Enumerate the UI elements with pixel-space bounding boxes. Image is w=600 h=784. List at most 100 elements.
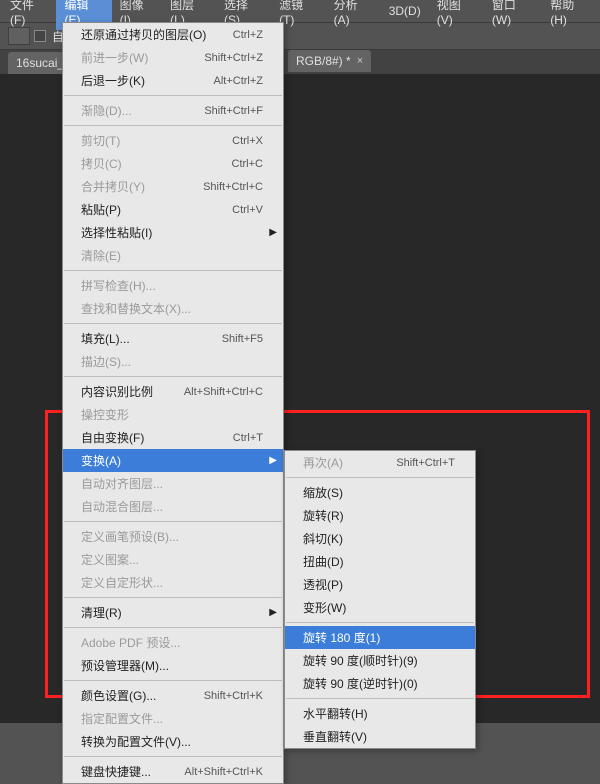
separator	[286, 622, 474, 623]
transform-item-13[interactable]: 水平翻转(H)	[285, 702, 475, 725]
separator	[64, 597, 282, 598]
edit-item-6: 剪切(T)Ctrl+X	[63, 129, 283, 152]
label: 自动混合图层...	[81, 498, 163, 515]
label: 垂直翻转(V)	[303, 728, 367, 745]
edit-item-37[interactable]: 转换为配置文件(V)...	[63, 730, 283, 753]
label: Adobe PDF 预设...	[81, 634, 180, 651]
label: 渐隐(D)...	[81, 102, 132, 119]
edit-item-21[interactable]: 自由变换(F)Ctrl+T	[63, 426, 283, 449]
menubar: 文件(F)编辑(E)图像(I)图层(L)选择(S)滤镜(T)分析(A)3D(D)…	[0, 0, 600, 22]
shortcut: Shift+Ctrl+F	[204, 105, 263, 117]
shortcut: Shift+Ctrl+T	[396, 457, 455, 469]
label: 拷贝(C)	[81, 155, 122, 172]
label: 颜色设置(G)...	[81, 687, 156, 704]
shortcut: Ctrl+X	[232, 135, 263, 147]
submenu-arrow-icon: ▶	[269, 227, 277, 238]
separator	[64, 125, 282, 126]
transform-item-10[interactable]: 旋转 90 度(顺时针)(9)	[285, 649, 475, 672]
transform-item-11[interactable]: 旋转 90 度(逆时针)(0)	[285, 672, 475, 695]
transform-item-9[interactable]: 旋转 180 度(1)	[285, 626, 475, 649]
submenu-arrow-icon: ▶	[269, 455, 277, 466]
shortcut: Ctrl+Z	[233, 29, 263, 41]
label: 扭曲(D)	[303, 553, 344, 570]
separator	[64, 95, 282, 96]
transform-item-4[interactable]: 斜切(K)	[285, 527, 475, 550]
edit-item-17: 描边(S)...	[63, 350, 283, 373]
edit-item-27: 定义图案...	[63, 548, 283, 571]
edit-item-11: 清除(E)	[63, 244, 283, 267]
shortcut: Ctrl+C	[232, 158, 263, 170]
edit-item-16[interactable]: 填充(L)... Shift+F5	[63, 327, 283, 350]
label: 选择性粘贴(I)	[81, 224, 152, 241]
label: 描边(S)...	[81, 353, 131, 370]
shortcut: Alt+Shift+Ctrl+K	[184, 766, 263, 778]
label: 旋转(R)	[303, 507, 344, 524]
edit-item-7: 拷贝(C) Ctrl+C	[63, 152, 283, 175]
label: 旋转 180 度(1)	[303, 629, 380, 646]
close-icon[interactable]: ×	[357, 55, 363, 67]
separator	[64, 627, 282, 628]
label: 清除(E)	[81, 247, 121, 264]
transform-item-2[interactable]: 缩放(S)	[285, 481, 475, 504]
label: 还原通过拷贝的图层(O)	[81, 26, 206, 43]
separator	[64, 376, 282, 377]
label: 再次(A)	[303, 454, 343, 471]
menubar-item-0[interactable]: 文件(F)	[2, 0, 56, 30]
label: 水平翻转(H)	[303, 705, 368, 722]
edit-item-36: 指定配置文件...	[63, 707, 283, 730]
separator	[64, 521, 282, 522]
edit-item-14: 查找和替换文本(X)...	[63, 297, 283, 320]
label: 内容识别比例	[81, 383, 153, 400]
menubar-item-6[interactable]: 分析(A)	[326, 0, 381, 30]
label: 指定配置文件...	[81, 710, 163, 727]
edit-item-23: 自动对齐图层...	[63, 472, 283, 495]
label: 清理(R)	[81, 604, 122, 621]
shortcut: Alt+Shift+Ctrl+C	[184, 386, 263, 398]
tool-preset-icon[interactable]	[8, 27, 30, 45]
menubar-item-8[interactable]: 视图(V)	[429, 0, 484, 30]
label: 变形(W)	[303, 599, 346, 616]
transform-item-6[interactable]: 透视(P)	[285, 573, 475, 596]
transform-item-5[interactable]: 扭曲(D)	[285, 550, 475, 573]
edit-item-22[interactable]: 变换(A)▶	[63, 449, 283, 472]
shortcut: Shift+Ctrl+Z	[204, 52, 263, 64]
transform-item-7[interactable]: 变形(W)	[285, 596, 475, 619]
label: 预设管理器(M)...	[81, 657, 169, 674]
transform-item-14[interactable]: 垂直翻转(V)	[285, 725, 475, 748]
transform-item-3[interactable]: 旋转(R)	[285, 504, 475, 527]
edit-item-19[interactable]: 内容识别比例 Alt+Shift+Ctrl+C	[63, 380, 283, 403]
label: 旋转 90 度(顺时针)(9)	[303, 652, 418, 669]
label: 键盘快捷键...	[81, 763, 151, 780]
edit-item-33[interactable]: 预设管理器(M)...	[63, 654, 283, 677]
label: 透视(P)	[303, 576, 343, 593]
edit-item-32: Adobe PDF 预设...	[63, 631, 283, 654]
label: 后退一步(K)	[81, 72, 145, 89]
separator	[64, 756, 282, 757]
shortcut: Shift+F5	[222, 333, 263, 345]
menubar-item-7[interactable]: 3D(D)	[381, 1, 429, 21]
label: 旋转 90 度(逆时针)(0)	[303, 675, 418, 692]
edit-item-39[interactable]: 键盘快捷键... Alt+Shift+Ctrl+K	[63, 760, 283, 783]
shortcut: Shift+Ctrl+K	[204, 690, 263, 702]
menubar-item-9[interactable]: 窗口(W)	[484, 0, 542, 30]
label: 填充(L)...	[81, 330, 130, 347]
separator	[64, 680, 282, 681]
edit-item-1: 前进一步(W)Shift+Ctrl+Z	[63, 46, 283, 69]
edit-item-0[interactable]: 还原通过拷贝的图层(O) Ctrl+Z	[63, 23, 283, 46]
document-tab-2[interactable]: RGB/8#) * ×	[288, 50, 371, 72]
tab-label: RGB/8#) *	[296, 54, 351, 68]
edit-item-9[interactable]: 粘贴(P)Ctrl+V	[63, 198, 283, 221]
edit-item-20: 操控变形	[63, 403, 283, 426]
shortcut: Shift+Ctrl+C	[203, 181, 263, 193]
auto-checkbox[interactable]	[34, 30, 46, 42]
edit-item-8: 合并拷贝(Y)Shift+Ctrl+C	[63, 175, 283, 198]
edit-item-26: 定义画笔预设(B)...	[63, 525, 283, 548]
edit-item-30[interactable]: 清理(R)▶	[63, 601, 283, 624]
tab-label: 16sucai_	[16, 56, 64, 70]
label: 定义画笔预设(B)...	[81, 528, 179, 545]
edit-item-2[interactable]: 后退一步(K)Alt+Ctrl+Z	[63, 69, 283, 92]
edit-item-35[interactable]: 颜色设置(G)... Shift+Ctrl+K	[63, 684, 283, 707]
edit-item-10[interactable]: 选择性粘贴(I) ▶	[63, 221, 283, 244]
menubar-item-10[interactable]: 帮助(H)	[542, 0, 598, 30]
shortcut: Ctrl+V	[232, 204, 263, 216]
